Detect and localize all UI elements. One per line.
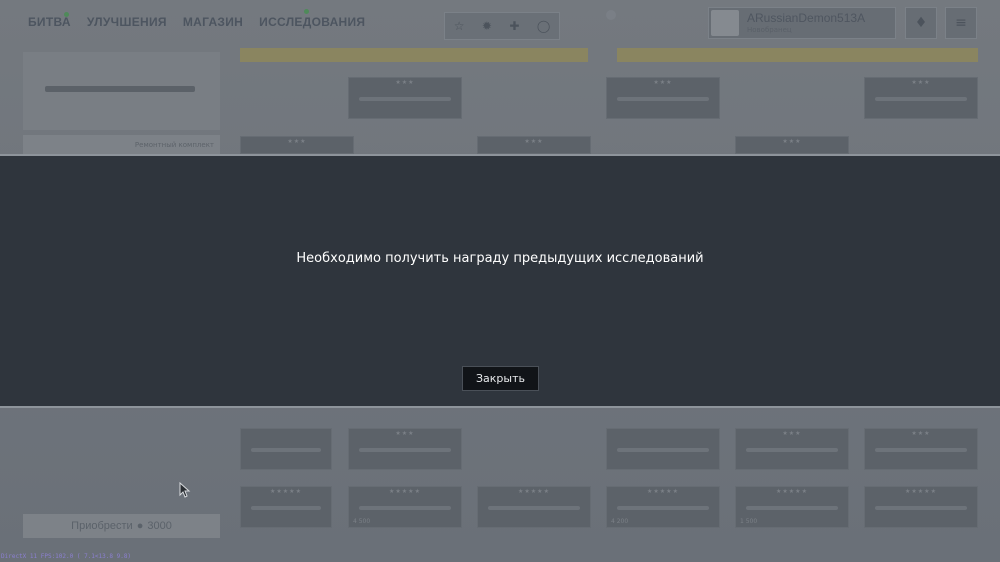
weapon-card[interactable]: ★★★★★ 1 500 — [735, 486, 849, 528]
weapon-card[interactable]: ★★★ — [864, 428, 978, 470]
weapon-card[interactable]: ★★★ — [477, 136, 591, 154]
buy-price: 3000 — [147, 520, 172, 532]
profile-panel[interactable]: ARussianDemon513A Новобранец — [708, 7, 896, 39]
weapon-card[interactable]: ★★★★★ — [864, 486, 978, 528]
nav-item-shop[interactable]: МАГАЗИН — [183, 15, 243, 29]
weapon-card[interactable]: ★★★★★ 4 200 — [606, 486, 720, 528]
buy-label: Приобрести — [71, 520, 133, 532]
notification-dot — [64, 12, 69, 17]
modal-message: Необходимо получить награду предыдущих и… — [296, 251, 704, 266]
card-price: 4 200 — [611, 518, 629, 525]
star-icon[interactable]: ☆ — [454, 19, 465, 33]
avatar — [711, 10, 739, 36]
main-navigation: БИТВА УЛУЧШЕНИЯ МАГАЗИН ИССЛЕДОВАНИЯ — [28, 15, 365, 29]
weapon-card[interactable]: ★★★ — [735, 136, 849, 154]
weapon-card[interactable]: ★★★ — [864, 77, 978, 119]
weapon-card[interactable] — [606, 428, 720, 470]
top-toolbar: ☆ ✹ ✚ ◯ — [444, 12, 560, 40]
menu-icon[interactable]: ≡ — [945, 7, 977, 39]
medal-icon — [606, 10, 616, 20]
profile-rank: Новобранец — [747, 26, 792, 34]
weapon-card[interactable]: ★★★ — [735, 428, 849, 470]
notification-modal: Необходимо получить награду предыдущих и… — [0, 154, 1000, 408]
progress-bar — [617, 48, 978, 62]
weapon-card[interactable]: ★★★★★ — [240, 486, 332, 528]
weapon-card[interactable]: ★★★ — [240, 136, 354, 154]
fps-overlay: DirectX 11 FPS:102.0 ( 7.1<13.8 9.8) — [1, 553, 132, 560]
nav-item-upgrades[interactable]: УЛУЧШЕНИЯ — [87, 15, 167, 29]
nav-item-battle[interactable]: БИТВА — [28, 15, 71, 29]
weapon-card[interactable]: ★★★★★ 4 500 — [348, 486, 462, 528]
buy-button[interactable]: Приобрести ● 3000 — [23, 514, 220, 538]
card-price: 1 500 — [740, 518, 758, 525]
close-button[interactable]: Закрыть — [462, 366, 539, 391]
rifle-icon — [45, 86, 195, 92]
rank-badge-icon[interactable]: ♦ — [905, 7, 937, 39]
weapon-card[interactable]: ★★★ — [348, 428, 462, 470]
coin-icon: ● — [136, 520, 144, 532]
cross-icon[interactable]: ✚ — [509, 19, 519, 33]
weapon-preview — [23, 52, 220, 130]
weapon-card[interactable]: ★★★★★ — [477, 486, 591, 528]
repair-kit-strip: Ремонтный комплект — [23, 135, 220, 155]
notification-dot — [304, 9, 309, 14]
weapon-card[interactable]: ★★★ — [606, 77, 720, 119]
profile-name: ARussianDemon513A — [747, 11, 866, 25]
gear-icon[interactable]: ✹ — [482, 19, 492, 33]
weapon-card[interactable] — [240, 428, 332, 470]
card-price: 4 500 — [353, 518, 371, 525]
mouse-cursor-icon — [179, 482, 191, 498]
weapon-card[interactable]: ★★★ — [348, 77, 462, 119]
progress-bar — [240, 48, 588, 62]
nav-item-research[interactable]: ИССЛЕДОВАНИЯ — [259, 15, 365, 29]
circle-icon[interactable]: ◯ — [537, 19, 550, 33]
